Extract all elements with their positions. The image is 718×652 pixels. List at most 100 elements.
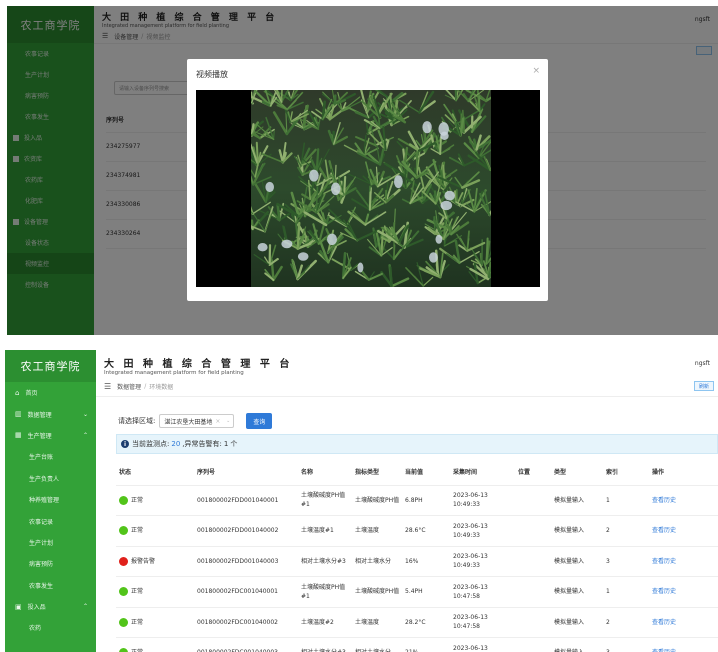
status-cell: 报警告警 <box>116 546 194 577</box>
value-cell: 28.6°C <box>402 515 450 547</box>
chevron-down-icon: ⌄ <box>226 418 231 424</box>
indicator-cell: 土壤温度 <box>352 607 402 638</box>
status-cell: 正常 <box>116 607 194 638</box>
close-icon[interactable]: × <box>532 66 540 76</box>
sidebar-item[interactable]: 农药 <box>5 617 96 638</box>
sidebar-item[interactable]: 生产负责人 <box>5 468 96 489</box>
value-cell: 6.8PH <box>402 485 450 516</box>
table-row: 正常 001800002FDD001040001 土壤酸碱度PH值#1 土壤酸碱度PH… <box>116 485 718 516</box>
time-cell: 2023-06-13 10:47:58 <box>450 637 515 652</box>
time-cell: 2023-06-13 10:49:33 <box>450 485 515 516</box>
status-cell: 正常 <box>116 576 194 608</box>
time-cell: 2023-06-13 10:47:58 <box>450 576 515 608</box>
name-cell: 土壤酸碱度PH值#1 <box>298 576 352 608</box>
location-cell <box>515 546 551 577</box>
time-cell: 2023-06-13 10:49:33 <box>450 546 515 577</box>
action-cell: 查看历史 <box>649 485 718 516</box>
fruit-bag <box>435 234 443 244</box>
video-player[interactable] <box>196 90 540 287</box>
status-text: 正常 <box>131 496 144 504</box>
clear-icon[interactable]: × <box>215 418 220 425</box>
fruit-bag <box>265 181 274 193</box>
status-cell: 正常 <box>116 637 194 652</box>
status-dot-icon <box>119 556 128 566</box>
area-select[interactable]: 湛江农垦大田基地 × ⌄ <box>159 414 235 428</box>
status-text: 正常 <box>131 618 144 626</box>
status-cell: 正常 <box>116 515 194 547</box>
sidebar-item[interactable]: 生产台账 <box>5 446 96 467</box>
sidebar-item[interactable]: ⌂ 首页 <box>5 382 96 403</box>
sidebar-item-label: 农事发生 <box>29 582 54 590</box>
action-cell: 查看历史 <box>649 607 718 638</box>
serial-cell: 001800002FDD001040003 <box>194 546 298 577</box>
indicator-cell: 相对土壤水分 <box>352 546 402 577</box>
table-row: 正常 001800002FDC001040002 土壤温度#2 土壤温度 28.2°C 2… <box>116 607 718 638</box>
filter-bar: 请选择区域: 湛江农垦大田基地 × ⌄ 查询 <box>118 413 273 429</box>
menu-toggle-icon[interactable]: ☰ <box>104 382 111 391</box>
info-icon: i <box>121 440 129 448</box>
value-cell: 21% <box>402 637 450 652</box>
brand-logo: 农工商学院 <box>5 350 96 382</box>
table-row: 正常 001800002FDC001040001 土壤酸碱度PH值#1 土壤酸碱度PH… <box>116 576 718 608</box>
view-history-link[interactable]: 查看历史 <box>652 588 676 595</box>
index-cell: 2 <box>603 607 649 638</box>
chart-icon: ▥ <box>15 410 22 419</box>
sidebar: 农工商学院 ⌂ 首页 ▥ 数据管理 ⌄ ▦ 生产管理 ⌃ 生产台账 生产负责人 种养殖管理 农事记录生… <box>5 350 96 652</box>
name-cell: 土壤酸碱度PH值#1 <box>298 485 352 516</box>
sidebar-item[interactable]: 生产计划 <box>5 532 96 553</box>
view-history-link[interactable]: 查看历史 <box>652 527 676 534</box>
summary-notice: i 当前监测点: 20 ,异常告警有: 1 个 <box>116 434 718 454</box>
sidebar-item[interactable]: 农事记录 <box>5 510 96 531</box>
status-text: 正常 <box>131 527 144 535</box>
sidebar-item[interactable]: 农事发生 <box>5 575 96 596</box>
column-header: 序列号 <box>194 459 298 486</box>
fruit-bag <box>440 200 453 211</box>
column-header: 操作 <box>649 459 718 486</box>
video-monitor-view: 农工商学院 农事记录生产计划病害预防农事发生投入品农资库农药库化肥库设备管理设备… <box>7 6 718 335</box>
breadcrumb-current: 环境数据 <box>149 384 174 391</box>
type-cell: 模拟量输入 <box>551 515 603 547</box>
fruit-bag <box>257 243 268 252</box>
refresh-button[interactable]: 刷新 <box>694 381 714 391</box>
indicator-cell: 相对土壤水分 <box>352 637 402 652</box>
index-cell: 3 <box>603 546 649 577</box>
view-history-link[interactable]: 查看历史 <box>652 619 676 626</box>
name-cell: 土壤温度#1 <box>298 515 352 547</box>
leaf-stroke <box>439 136 442 156</box>
column-header: 状态 <box>116 459 194 486</box>
sidebar-item[interactable]: ▣ 投入品 ⌃ <box>5 596 96 617</box>
table-row: 正常 001800002FDD001040002 土壤温度#1 土壤温度 28.6°C 2… <box>116 515 718 547</box>
chevron-icon: ⌃ <box>82 603 88 611</box>
user-menu[interactable]: ngsft <box>695 360 710 367</box>
type-cell: 模拟量输入 <box>551 607 603 638</box>
sidebar-item[interactable]: 种养殖管理 <box>5 489 96 510</box>
fruit-bag <box>438 122 449 136</box>
query-button[interactable]: 查询 <box>246 413 273 429</box>
sidebar-item-label: 数据管理 <box>27 411 52 419</box>
fruit-bag <box>422 121 432 134</box>
status-dot-icon <box>119 587 128 597</box>
serial-cell: 001800002FDC001040002 <box>194 607 298 638</box>
location-cell <box>515 515 551 547</box>
column-header: 位置 <box>515 459 551 486</box>
chevron-icon: ⌃ <box>82 431 88 439</box>
leaf-stroke <box>280 90 283 103</box>
name-cell: 相对土壤水分#3 <box>298 637 352 652</box>
sidebar-item[interactable]: ▥ 数据管理 ⌄ <box>5 403 96 424</box>
box-icon: ▣ <box>15 602 22 611</box>
leaf-stroke <box>485 237 489 265</box>
view-history-link[interactable]: 查看历史 <box>652 497 676 504</box>
view-history-link[interactable]: 查看历史 <box>652 558 676 565</box>
location-cell <box>515 576 551 608</box>
fruit-bag <box>429 252 438 263</box>
grid-icon: ▦ <box>15 431 22 440</box>
column-header: 名称 <box>298 459 352 486</box>
sensor-table: 状态 序列号 名称 指标类型 当前值 采集时间 位置 类型 索引 操作 正常 001800002FD… <box>116 459 718 652</box>
sidebar-item[interactable]: ▦ 生产管理 ⌃ <box>5 425 96 446</box>
sidebar-item[interactable]: 病害预防 <box>5 553 96 574</box>
sidebar-item-label: 农药 <box>29 625 42 633</box>
serial-cell: 001800002FDD001040001 <box>194 485 298 516</box>
filter-label: 请选择区域: <box>118 417 156 425</box>
breadcrumb-root[interactable]: 数据管理 <box>117 382 141 391</box>
leaf-stroke <box>389 266 393 287</box>
